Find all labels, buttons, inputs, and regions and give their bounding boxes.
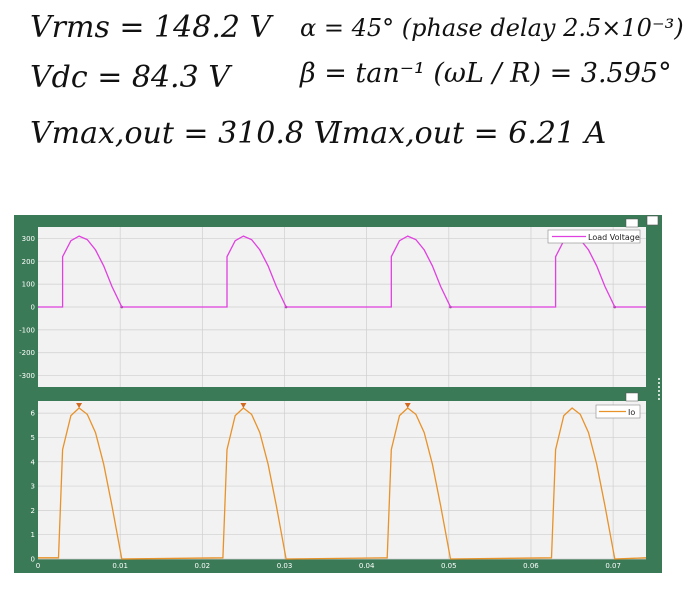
voltage-plot-panel: 300 200 100 0 -100 -200 -300 Load Voltage bbox=[19, 218, 646, 387]
y-tick-label: 1 bbox=[31, 531, 35, 539]
note-beta: β = tan⁻¹ (ωL / R) = 3.595° bbox=[300, 58, 672, 89]
current-plot-panel: 6 5 4 3 2 1 0 0 0.01 0.02 0.03 0.04 0.05 0.06 0.07 Io bbox=[31, 392, 647, 570]
scope-window: 3002001000-100-200-300 Load Voltage 6543… bbox=[14, 215, 662, 573]
voltage-legend[interactable]: Load Voltage bbox=[547, 229, 641, 244]
note-vmax: Vmax,out = 310.8 V bbox=[30, 116, 336, 151]
x-tick-label: 0.03 bbox=[277, 562, 293, 570]
y-tick-label: -100 bbox=[19, 326, 35, 334]
x-tick-label: 0.07 bbox=[605, 562, 621, 570]
y-tick-label: 3 bbox=[31, 483, 35, 491]
note-vdc: Vdc = 84.3 V bbox=[30, 60, 230, 95]
x-tick-label: 0.02 bbox=[195, 562, 211, 570]
y-tick-label: -200 bbox=[19, 349, 35, 357]
current-legend[interactable]: Io bbox=[595, 404, 641, 419]
x-tick-label: 0.06 bbox=[523, 562, 539, 570]
x-tick-label: 0.04 bbox=[359, 562, 375, 570]
y-tick-label: 6 bbox=[31, 410, 36, 418]
note-alpha: α = 45° (phase delay 2.5×10⁻³) bbox=[300, 14, 684, 42]
y-tick-label: 2 bbox=[31, 507, 35, 515]
legend-label-voltage: Load Voltage bbox=[588, 233, 640, 242]
panel-menu-icon[interactable] bbox=[625, 392, 639, 402]
legend-label-current: Io bbox=[628, 408, 635, 417]
x-tick-label: 0.01 bbox=[112, 562, 128, 570]
panel-menu-icon[interactable] bbox=[625, 218, 639, 228]
y-tick-label: 0 bbox=[31, 556, 35, 564]
y-tick-label: 4 bbox=[31, 458, 36, 466]
note-imax: Imax,out = 6.21 A bbox=[330, 116, 607, 151]
window-control-icon[interactable] bbox=[646, 215, 659, 226]
y-tick-label: -300 bbox=[19, 372, 35, 380]
y-tick-label: 300 bbox=[22, 235, 35, 243]
handwritten-notes: Vrms = 148.2 V α = 45° (phase delay 2.5×… bbox=[0, 0, 700, 195]
y-tick-label: 5 bbox=[31, 434, 35, 442]
note-vrms: Vrms = 148.2 V bbox=[30, 10, 272, 45]
y-tick-label: 0 bbox=[31, 304, 35, 312]
y-tick-label: 200 bbox=[22, 258, 35, 266]
x-tick-label: 0 bbox=[36, 562, 40, 570]
x-tick-label: 0.05 bbox=[441, 562, 457, 570]
y-tick-label: 100 bbox=[22, 281, 35, 289]
